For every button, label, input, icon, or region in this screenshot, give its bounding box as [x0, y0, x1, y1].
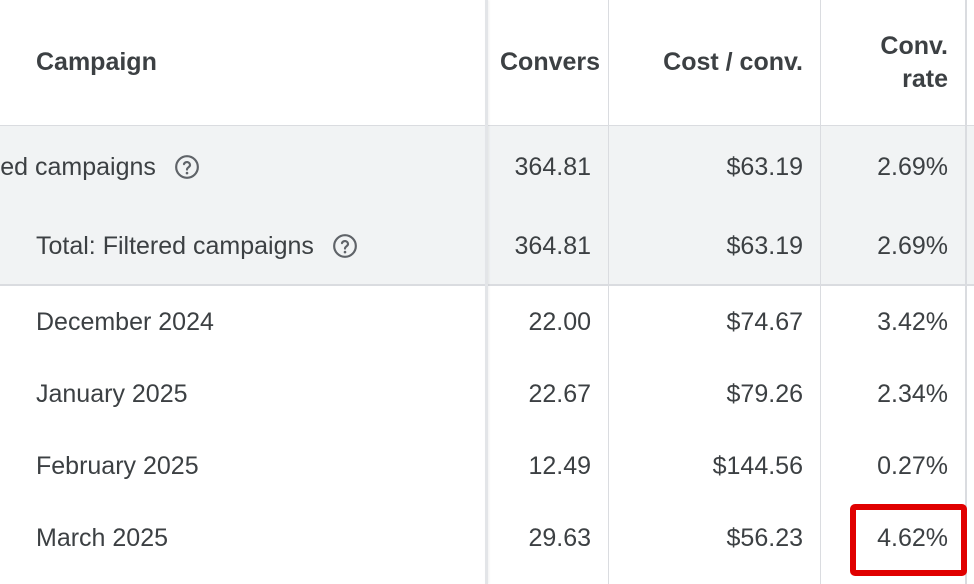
summary-row-all-filtered-conv-rate: 2.69%: [877, 152, 948, 181]
column-header-conv-rate[interactable]: Conv. rate: [821, 0, 966, 125]
campaign-name[interactable]: March 2025: [0, 502, 486, 574]
campaign-name[interactable]: February 2025: [0, 430, 486, 502]
summary-row-total-filtered-cost-per-conv: $63.19: [726, 231, 803, 260]
summary-row-all-filtered-cost-per-conv: $63.19: [726, 152, 803, 181]
column-divider[interactable]: [820, 0, 821, 584]
column-header-campaign-label: Campaign: [36, 48, 157, 76]
column-header-campaign[interactable]: Campaign: [0, 0, 486, 125]
summary-row-all-filtered-label-cell: ered campaigns: [0, 126, 486, 208]
column-header-cost-per-conv[interactable]: Cost / conv.: [609, 0, 821, 125]
help-circle-icon[interactable]: [174, 154, 200, 180]
cost-per-conv-value: $74.67: [726, 307, 803, 336]
column-header-cost-per-conv-label: Cost / conv.: [663, 48, 803, 76]
campaign-name[interactable]: December 2024: [0, 286, 486, 358]
conv-rate-value: 0.27%: [877, 451, 948, 480]
column-header-conversions[interactable]: Convers: [486, 0, 609, 125]
column-header-conv-rate-line1: Conv.: [880, 31, 948, 60]
summary-row-total-filtered-conversions: 364.81: [514, 231, 591, 260]
column-divider[interactable]: [965, 0, 967, 584]
campaign-table: Campaign Convers Cost / conv. Conv. rate…: [0, 0, 974, 584]
conversions-value: 22.00: [528, 307, 591, 336]
column-divider[interactable]: [608, 0, 609, 584]
summary-row-all-filtered-label: ered campaigns: [0, 152, 156, 181]
conversions-value: 12.49: [528, 451, 591, 480]
summary-row-total-filtered-label-cell: Total: Filtered campaigns: [0, 208, 486, 284]
column-divider-frozen[interactable]: [485, 0, 488, 584]
column-header-conversions-label: Convers: [500, 48, 601, 76]
help-circle-icon[interactable]: [332, 233, 358, 259]
column-header-conv-rate-line2: rate: [902, 64, 948, 93]
conv-rate-value: 4.62%: [877, 523, 948, 552]
campaign-name[interactable]: January 2025: [0, 358, 486, 430]
conversions-value: 22.67: [528, 379, 591, 408]
summary-row-total-filtered-label: Total: Filtered campaigns: [36, 231, 314, 260]
conv-rate-value: 3.42%: [877, 307, 948, 336]
conv-rate-value: 2.34%: [877, 379, 948, 408]
conversions-value: 29.63: [528, 523, 591, 552]
cost-per-conv-value: $144.56: [712, 451, 803, 480]
cost-per-conv-value: $56.23: [726, 523, 803, 552]
summary-row-total-filtered-conv-rate: 2.69%: [877, 231, 948, 260]
summary-row-all-filtered-conversions: 364.81: [514, 152, 591, 181]
cost-per-conv-value: $79.26: [726, 379, 803, 408]
